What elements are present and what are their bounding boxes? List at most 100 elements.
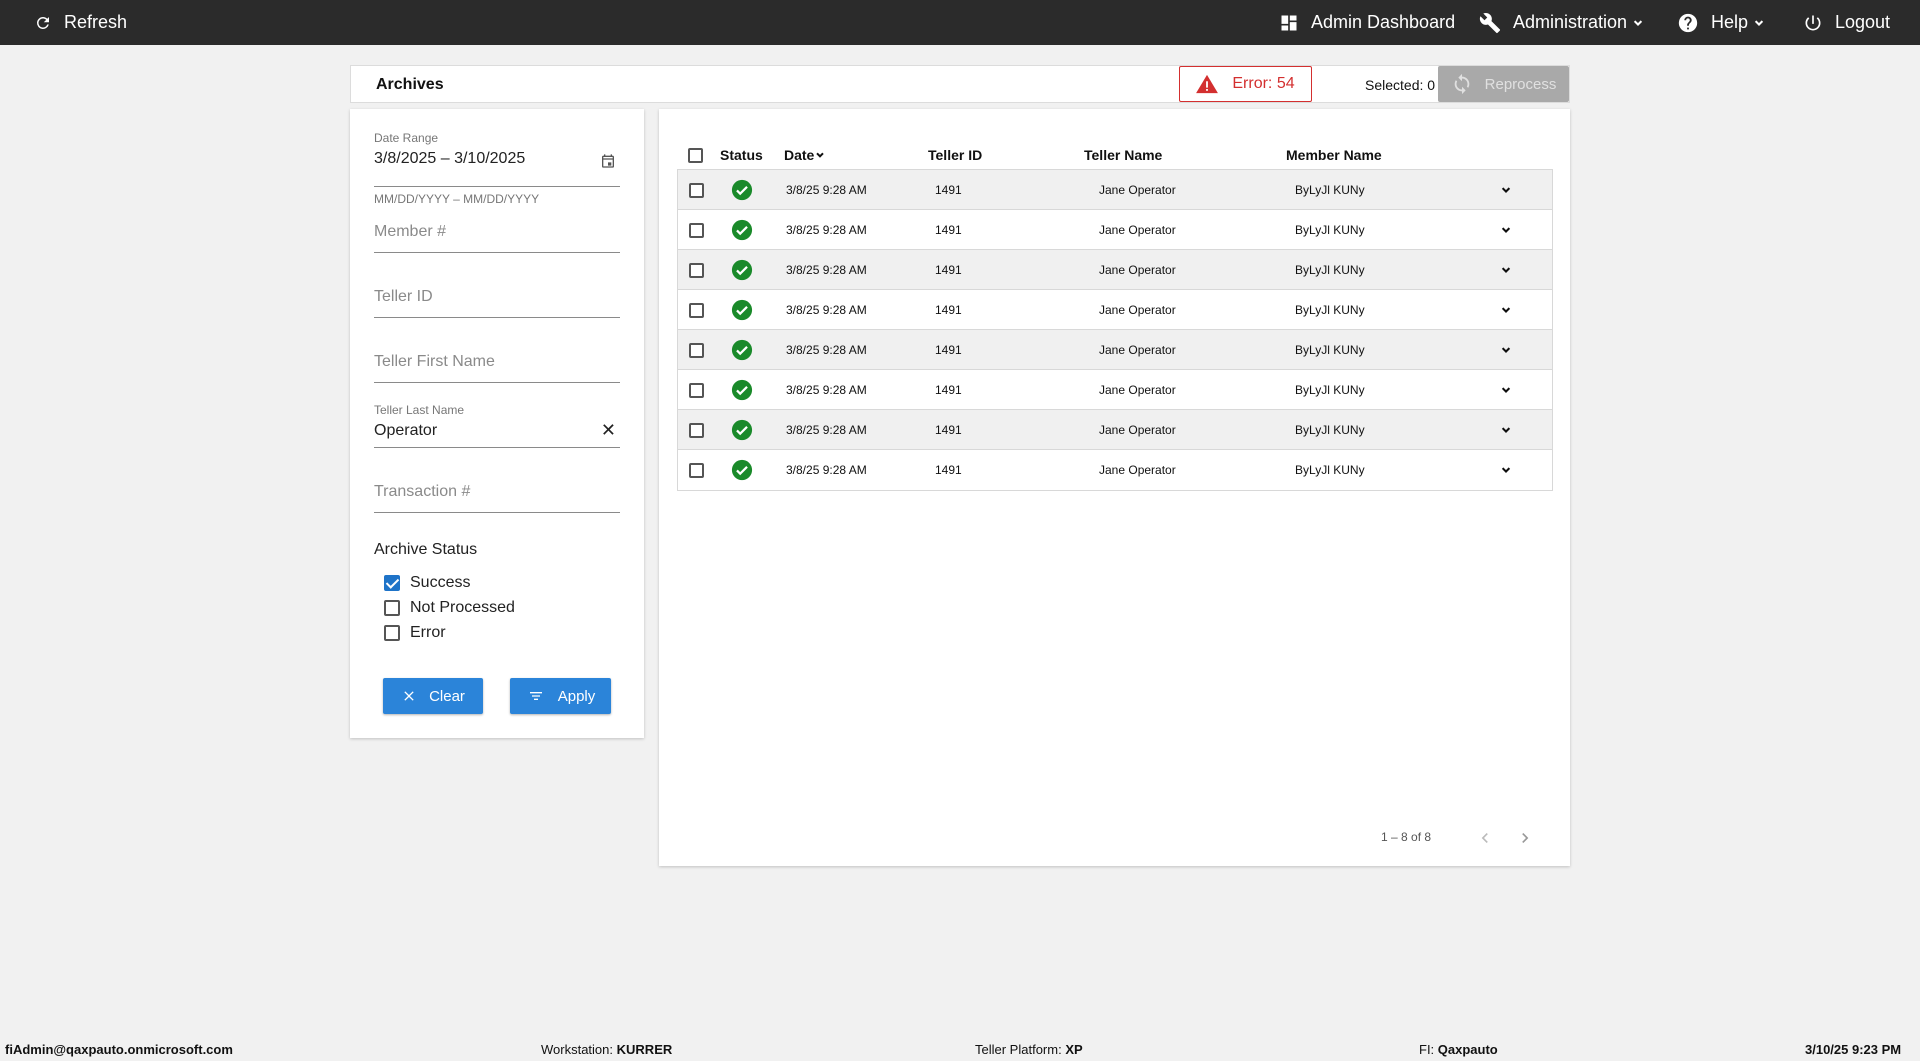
archives-table-card: Status Date Teller ID Teller Name Member…	[659, 109, 1570, 866]
refresh-button[interactable]: Refresh	[34, 0, 127, 45]
table-row[interactable]: 3/8/25 9:28 AM 1491 Jane Operator ByLyJl KU…	[678, 410, 1552, 450]
row-teller-id: 1491	[935, 463, 962, 477]
expand-row-icon[interactable]	[1499, 223, 1513, 237]
expand-row-icon[interactable]	[1499, 463, 1513, 477]
row-checkbox[interactable]	[689, 343, 704, 358]
reprocess-button[interactable]: Reprocess	[1438, 66, 1569, 102]
checkbox-unchecked[interactable]	[384, 625, 400, 641]
select-all-checkbox[interactable]	[688, 148, 703, 163]
transaction-number-field[interactable]: Transaction #	[374, 473, 620, 513]
success-check-icon	[731, 179, 753, 201]
admin-dashboard-link[interactable]: Admin Dashboard	[1279, 0, 1455, 45]
row-teller-id: 1491	[935, 383, 962, 397]
teller-id-placeholder: Teller ID	[374, 288, 433, 305]
date-range-label: Date Range	[374, 131, 439, 145]
column-status[interactable]: Status	[720, 147, 763, 163]
row-member-name: ByLyJl KUNy	[1295, 303, 1365, 317]
date-range-hint: MM/DD/YYYY – MM/DD/YYYY	[374, 192, 540, 206]
footer-fi-value: Qaxpauto	[1437, 1042, 1498, 1057]
row-checkbox[interactable]	[689, 183, 704, 198]
administration-label: Administration	[1513, 12, 1628, 32]
row-teller-name: Jane Operator	[1099, 223, 1176, 237]
table-body: 3/8/25 9:28 AM 1491 Jane Operator ByLyJl KU…	[677, 169, 1553, 491]
row-teller-name: Jane Operator	[1099, 303, 1176, 317]
table-row[interactable]: 3/8/25 9:28 AM 1491 Jane Operator ByLyJl KU…	[678, 170, 1552, 210]
archive-status-title: Archive Status	[374, 541, 478, 558]
teller-id-field[interactable]: Teller ID	[374, 278, 620, 318]
checkbox-unchecked[interactable]	[384, 600, 400, 616]
column-teller-id[interactable]: Teller ID	[928, 147, 982, 163]
sync-icon	[1454, 73, 1469, 95]
member-number-field[interactable]: Member #	[374, 213, 620, 253]
row-checkbox[interactable]	[689, 263, 704, 278]
success-check-icon	[731, 219, 753, 241]
administration-menu[interactable]: Administration	[1479, 0, 1645, 45]
column-member-name[interactable]: Member Name	[1286, 147, 1382, 163]
prev-page-icon[interactable]	[1475, 828, 1495, 848]
footer-platform-label: Teller Platform:	[975, 1042, 1062, 1057]
column-date[interactable]: Date	[784, 147, 826, 163]
expand-row-icon[interactable]	[1499, 423, 1513, 437]
footer-user: fiAdmin@qaxpauto.onmicrosoft.com	[5, 1042, 233, 1057]
refresh-label: Refresh	[64, 12, 128, 32]
status-success-checkbox[interactable]: Success	[384, 574, 470, 592]
expand-row-icon[interactable]	[1499, 263, 1513, 277]
table-row[interactable]: 3/8/25 9:28 AM 1491 Jane Operator ByLyJl KU…	[678, 250, 1552, 290]
clear-button-label: Clear	[429, 687, 465, 705]
success-check-icon	[731, 419, 753, 441]
apply-button[interactable]: Apply	[510, 678, 611, 714]
footer-datetime: 3/10/25 9:23 PM	[1805, 1042, 1901, 1057]
row-checkbox[interactable]	[689, 463, 704, 478]
expand-row-icon[interactable]	[1499, 343, 1513, 357]
help-menu[interactable]: Help	[1677, 0, 1766, 45]
selected-count: Selected: 0	[1365, 77, 1436, 93]
chevron-down-icon	[1754, 19, 1764, 26]
table-row[interactable]: 3/8/25 9:28 AM 1491 Jane Operator ByLyJl KU…	[678, 210, 1552, 250]
row-teller-name: Jane Operator	[1099, 263, 1176, 277]
chevron-down-icon	[1633, 19, 1643, 26]
teller-first-name-field[interactable]: Teller First Name	[374, 343, 620, 383]
status-error-checkbox[interactable]: Error	[384, 624, 446, 642]
footer-workstation-label: Workstation:	[541, 1042, 614, 1057]
apply-button-label: Apply	[557, 687, 596, 705]
table-row[interactable]: 3/8/25 9:28 AM 1491 Jane Operator ByLyJl KU…	[678, 450, 1552, 490]
next-page-icon[interactable]	[1515, 828, 1535, 848]
transaction-number-placeholder: Transaction #	[374, 483, 471, 500]
table-row[interactable]: 3/8/25 9:28 AM 1491 Jane Operator ByLyJl KU…	[678, 290, 1552, 330]
footer-fi-label: FI:	[1419, 1042, 1435, 1057]
table-row[interactable]: 3/8/25 9:28 AM 1491 Jane Operator ByLyJl KU…	[678, 370, 1552, 410]
pagination-range: 1 – 8 of 8	[1381, 830, 1432, 844]
teller-last-name-field[interactable]: Teller Last Name Operator ✕	[374, 391, 620, 448]
logout-button[interactable]: Logout	[1803, 0, 1890, 45]
status-not-processed-label: Not Processed	[410, 599, 515, 616]
column-teller-name[interactable]: Teller Name	[1084, 147, 1162, 163]
expand-row-icon[interactable]	[1499, 303, 1513, 317]
reprocess-label: Reprocess	[1484, 75, 1557, 93]
row-checkbox[interactable]	[689, 223, 704, 238]
teller-last-name-label: Teller Last Name	[374, 403, 465, 417]
checkbox-checked[interactable]	[384, 575, 400, 591]
row-date: 3/8/25 9:28 AM	[786, 463, 867, 477]
footer-datetime-value: 3/10/25 9:23 PM	[1805, 1042, 1902, 1057]
error-count-badge[interactable]: Error: 54	[1179, 66, 1312, 102]
expand-row-icon[interactable]	[1499, 183, 1513, 197]
refresh-icon	[36, 16, 49, 29]
wrench-icon	[1479, 12, 1501, 33]
row-teller-id: 1491	[935, 223, 962, 237]
row-checkbox[interactable]	[689, 383, 704, 398]
status-footer: fiAdmin@qaxpauto.onmicrosoft.com Worksta…	[0, 1037, 1920, 1061]
clear-field-icon[interactable]: ✕	[601, 420, 616, 441]
row-teller-name: Jane Operator	[1099, 343, 1176, 357]
row-member-name: ByLyJl KUNy	[1295, 383, 1365, 397]
status-not-processed-checkbox[interactable]: Not Processed	[384, 599, 515, 617]
row-checkbox[interactable]	[689, 423, 704, 438]
date-range-field[interactable]: Date Range 3/8/2025 – 3/10/2025	[374, 131, 620, 187]
table-row[interactable]: 3/8/25 9:28 AM 1491 Jane Operator ByLyJl KU…	[678, 330, 1552, 370]
archives-header: Archives Error: 54 Selected: 0 Reprocess	[350, 65, 1570, 103]
calendar-icon[interactable]	[600, 153, 616, 169]
footer-workstation: Workstation: KURRER	[541, 1042, 672, 1057]
expand-row-icon[interactable]	[1499, 383, 1513, 397]
teller-first-name-placeholder: Teller First Name	[374, 353, 495, 370]
clear-button[interactable]: Clear	[383, 678, 483, 714]
row-checkbox[interactable]	[689, 303, 704, 318]
